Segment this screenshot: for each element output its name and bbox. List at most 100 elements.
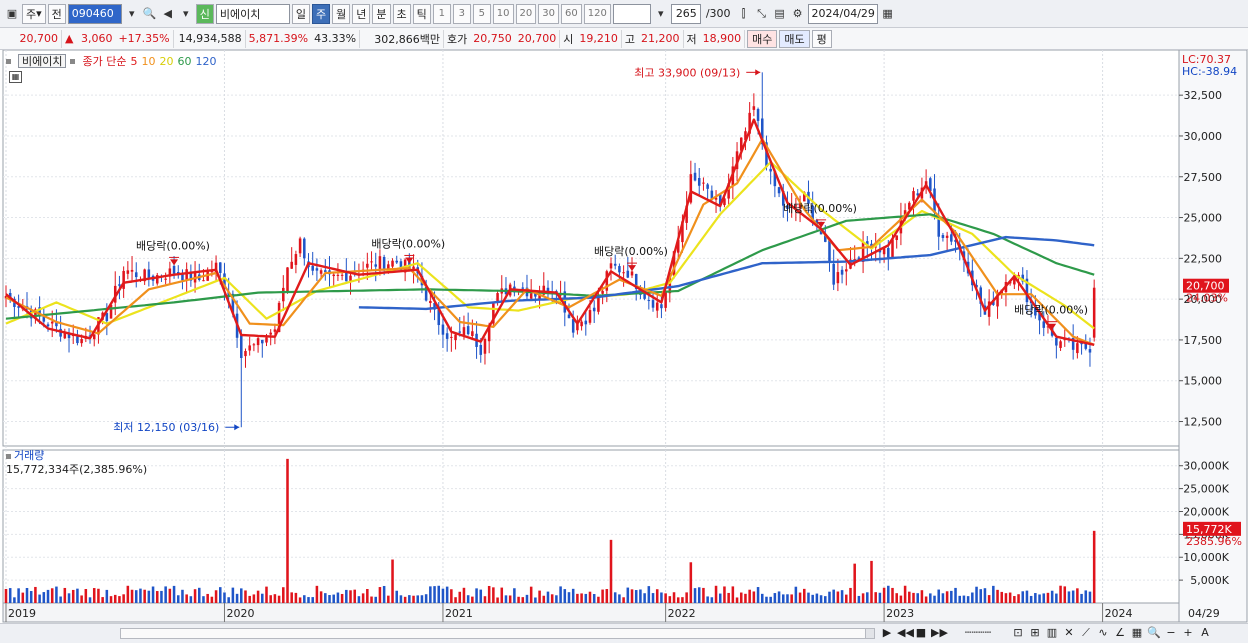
search-icon[interactable]: 🔍 bbox=[142, 4, 158, 24]
period-minute[interactable]: 분 bbox=[372, 3, 391, 24]
zoom-icon[interactable]: 🔍 bbox=[1147, 626, 1161, 640]
volume-bar bbox=[286, 458, 289, 603]
volume-bar bbox=[466, 595, 470, 603]
candle-body bbox=[445, 333, 449, 339]
volume-bar bbox=[920, 590, 924, 603]
interval-3[interactable]: 3 bbox=[452, 3, 471, 24]
interval-10[interactable]: 10 bbox=[492, 3, 514, 24]
calendar-icon[interactable]: ▦ bbox=[880, 4, 896, 24]
volume-bar bbox=[710, 597, 714, 603]
legend-ma60[interactable]: 60 bbox=[177, 55, 191, 68]
table-icon[interactable]: ▦ bbox=[9, 71, 22, 83]
candle-body bbox=[618, 266, 621, 273]
legend-stock-name[interactable]: 비에이치 bbox=[18, 54, 67, 68]
gear-icon[interactable]: ⚙ bbox=[790, 4, 806, 24]
period-type-select[interactable]: 주 ▾ bbox=[22, 3, 46, 24]
interval-30[interactable]: 30 bbox=[538, 3, 559, 24]
sell-button[interactable]: 매도 bbox=[779, 29, 810, 48]
candle-body bbox=[479, 345, 483, 355]
legend-ma5[interactable]: 5 bbox=[130, 55, 137, 68]
stock-code-input[interactable]: 090460 bbox=[67, 3, 122, 24]
volume-bar bbox=[1059, 585, 1062, 603]
candle-body bbox=[172, 265, 176, 274]
box-tool-icon[interactable]: ⊡ bbox=[1011, 626, 1025, 640]
interval-120[interactable]: 120 bbox=[583, 3, 611, 24]
volume-bar bbox=[1076, 588, 1079, 603]
legend-ma20[interactable]: 20 bbox=[159, 55, 173, 68]
date-input[interactable]: 2024/04/29 bbox=[807, 3, 878, 24]
plus-icon[interactable]: + bbox=[1181, 626, 1195, 640]
cross-tool-icon[interactable]: ✕ bbox=[1062, 626, 1076, 640]
chevron-down-icon[interactable]: ▾ bbox=[653, 4, 669, 24]
scroll-thumb[interactable] bbox=[121, 629, 866, 638]
period-month[interactable]: 월 bbox=[332, 3, 351, 24]
forward-icon[interactable]: ▶▶ bbox=[931, 626, 948, 640]
volume-bar bbox=[1046, 592, 1050, 603]
volume-bar bbox=[937, 589, 940, 603]
legend-ma120[interactable]: 120 bbox=[195, 55, 216, 68]
period-week[interactable]: 주 bbox=[312, 3, 331, 24]
volume-bar bbox=[21, 592, 25, 603]
period-second[interactable]: 초 bbox=[392, 3, 411, 24]
candle-body bbox=[311, 265, 314, 271]
candle-body bbox=[706, 184, 709, 189]
legend-ma10[interactable]: 10 bbox=[141, 55, 155, 68]
candle-body bbox=[588, 310, 592, 323]
stock-name-field[interactable]: 비에이치 bbox=[215, 3, 290, 24]
candle-body bbox=[340, 274, 344, 276]
rewind-icon[interactable]: ◀◀ bbox=[897, 626, 914, 640]
volume-title[interactable]: 거래량 bbox=[14, 449, 44, 462]
stop-icon[interactable]: ■ bbox=[914, 626, 928, 640]
overlay-tool-icon[interactable]: ⊞ bbox=[1028, 626, 1042, 640]
save-icon[interactable]: ▤ bbox=[772, 4, 788, 24]
volume-bar bbox=[950, 590, 953, 603]
custom-interval-input[interactable] bbox=[612, 3, 651, 24]
high-price: 21,200 bbox=[638, 29, 684, 48]
period-day[interactable]: 일 bbox=[291, 3, 311, 24]
candle-icon[interactable]: ⫿ bbox=[736, 4, 752, 24]
x-tick-label: 2023 bbox=[886, 607, 914, 620]
chevron-down-icon[interactable]: ▾ bbox=[178, 4, 194, 24]
chevron-down-icon[interactable]: ▾ bbox=[124, 4, 140, 24]
minus-icon[interactable]: − bbox=[1164, 626, 1178, 640]
interval-1[interactable]: 1 bbox=[432, 3, 451, 24]
period-tick[interactable]: 틱 bbox=[412, 3, 431, 24]
candle-body bbox=[336, 274, 340, 276]
interval-60[interactable]: 60 bbox=[560, 3, 582, 24]
volume-bar bbox=[857, 595, 861, 603]
volume-bar bbox=[500, 587, 504, 603]
buy-button[interactable]: 매수 bbox=[747, 29, 778, 48]
candle-body bbox=[286, 267, 289, 292]
chart-window-icon[interactable]: ▣ bbox=[4, 4, 20, 24]
interval-5[interactable]: 5 bbox=[472, 3, 491, 24]
play-icon[interactable]: ▶ bbox=[880, 626, 894, 640]
scroll-track[interactable] bbox=[120, 628, 875, 639]
interval-20[interactable]: 20 bbox=[515, 3, 537, 24]
chart-area[interactable]: 32,500 30,000 27,500 25,000 22,500 20,000 17,5… bbox=[0, 49, 1248, 643]
line-tool-icon[interactable]: ⟋ bbox=[1079, 626, 1093, 640]
grid-tool-icon[interactable]: ▦ bbox=[1130, 626, 1144, 640]
bar-tool-icon[interactable]: ▥ bbox=[1045, 626, 1059, 640]
price-tick-label: 27,500 bbox=[1184, 171, 1223, 184]
draw-tool-icon[interactable]: ⤡ bbox=[754, 4, 770, 24]
stock-chart[interactable]: 32,50030,00027,50025,00022,50020,00017,5… bbox=[0, 49, 1248, 623]
period-year[interactable]: 년 bbox=[352, 3, 371, 24]
volume-bar bbox=[592, 594, 596, 603]
count-input[interactable]: 265 bbox=[670, 3, 701, 24]
legend-price-type[interactable]: 종가 단순 bbox=[82, 53, 126, 69]
volume-bar bbox=[223, 592, 226, 603]
eval-button[interactable]: 평 bbox=[811, 29, 832, 48]
volume-bar bbox=[59, 596, 62, 603]
slider-icon[interactable]: ┄┄┄┄ bbox=[948, 626, 1008, 640]
angle-tool-icon[interactable]: ∠ bbox=[1113, 626, 1127, 640]
volume-bar bbox=[807, 592, 810, 603]
dividend-label: 배당락(0.00%) bbox=[594, 245, 668, 258]
speaker-icon[interactable]: ◀ bbox=[160, 4, 176, 24]
volume-bar bbox=[181, 589, 184, 603]
candle-body bbox=[769, 168, 772, 172]
curve-tool-icon[interactable]: ∿ bbox=[1096, 626, 1110, 640]
prev-button[interactable]: 전 bbox=[47, 3, 66, 24]
font-size-icon[interactable]: A bbox=[1198, 626, 1212, 640]
volume-bar bbox=[987, 595, 991, 603]
volume-bar bbox=[387, 595, 390, 603]
